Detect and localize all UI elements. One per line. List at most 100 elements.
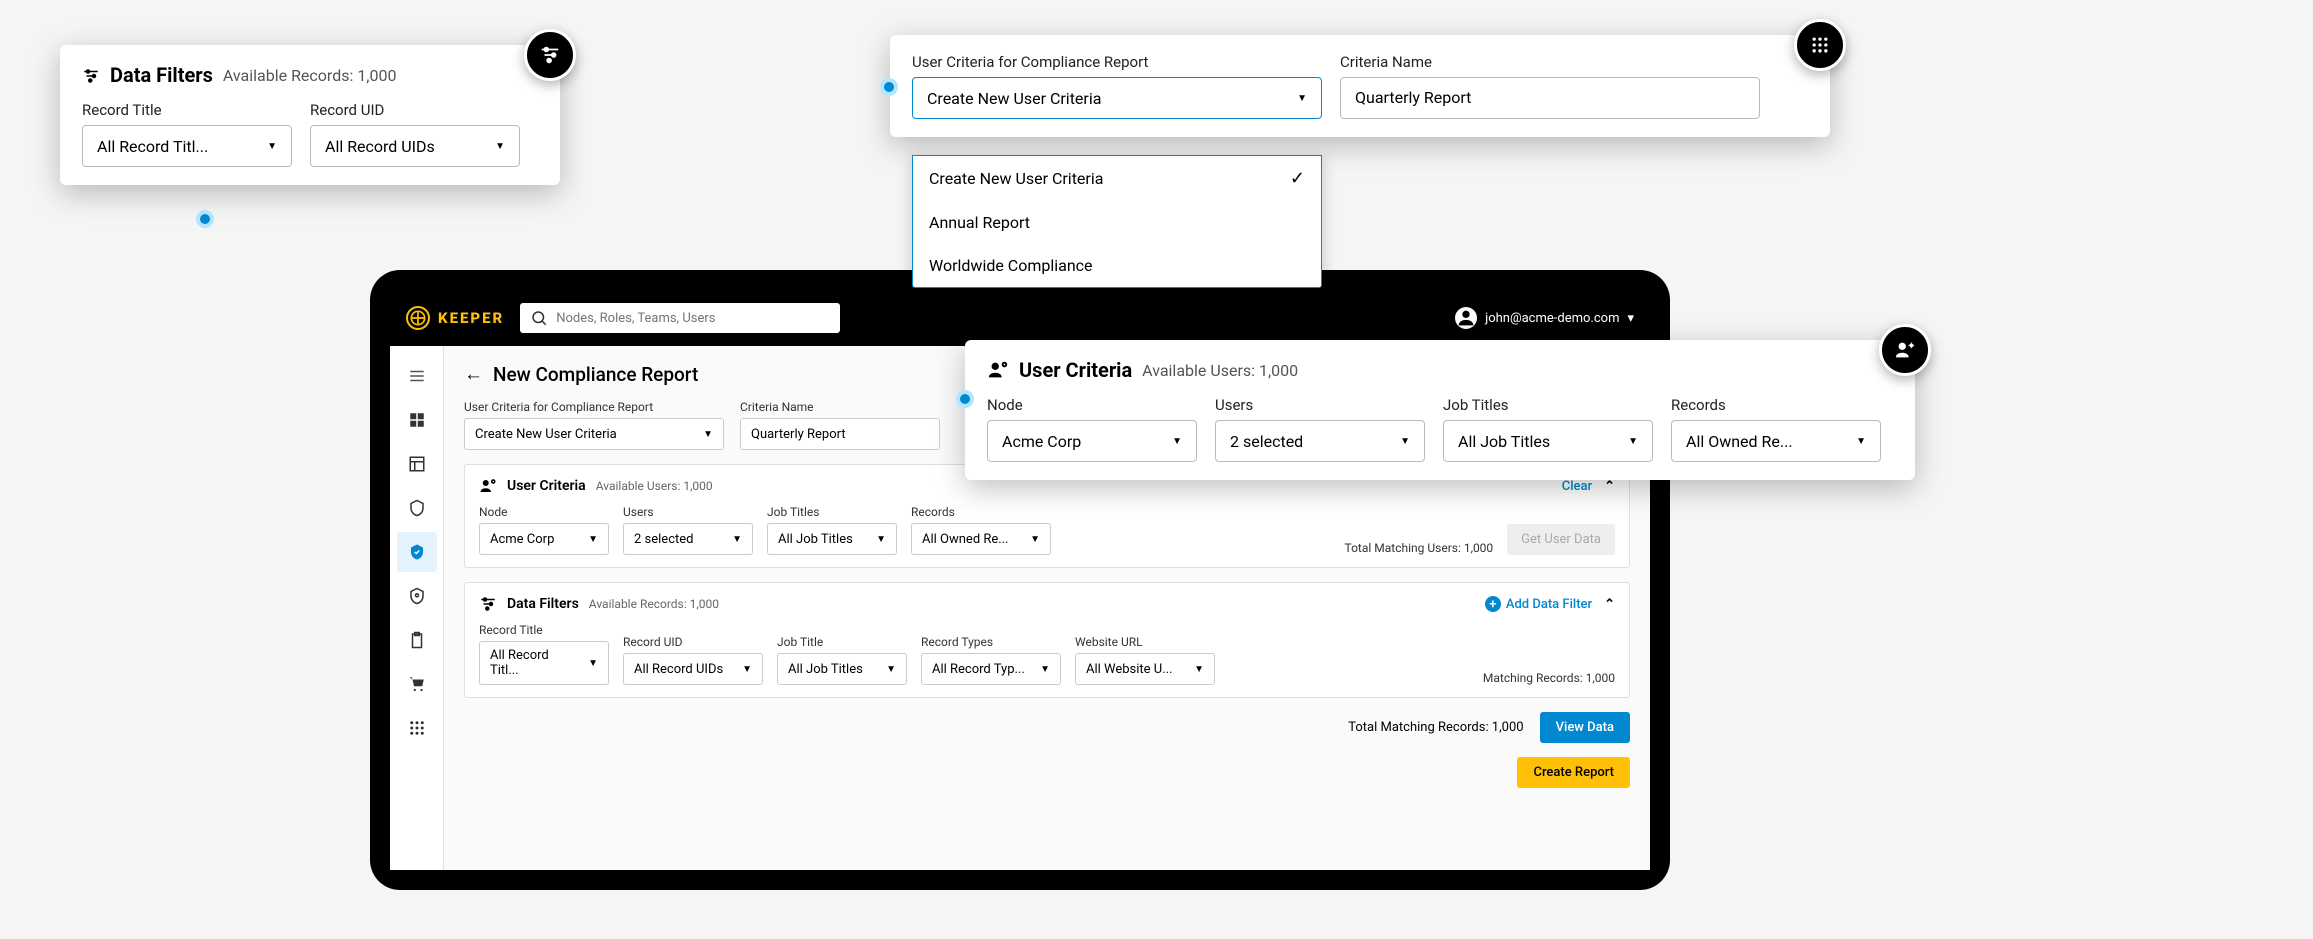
users-select[interactable]: 2 selected▼: [623, 523, 753, 555]
clear-link[interactable]: Clear: [1562, 479, 1592, 494]
records-select[interactable]: All Owned Re...▼: [911, 523, 1051, 555]
callout-user-available: Available Users: 1,000: [1142, 361, 1298, 380]
records-label: Records: [911, 505, 1051, 519]
callout-filter-heading: Data Filters: [110, 63, 213, 87]
callout-job-select[interactable]: All Job Titles▼: [1443, 420, 1653, 462]
rail-layout[interactable]: [397, 444, 437, 484]
user-avatar-icon: [1455, 307, 1477, 329]
criteria-name-input[interactable]: Quarterly Report: [740, 418, 940, 450]
rail-compliance[interactable]: [397, 532, 437, 572]
website-url-label: Website URL: [1075, 635, 1215, 649]
total-row: Total Matching Records: 1,000 View Data: [464, 712, 1630, 743]
callout-criteria-select[interactable]: Create New User Criteria▼: [912, 77, 1322, 119]
callout-node-label: Node: [987, 396, 1197, 414]
record-uid-select[interactable]: All Record UIDs▼: [623, 653, 763, 685]
callout-badge-user-icon: [1879, 324, 1931, 376]
caret-down-icon: ▼: [1030, 534, 1040, 545]
search-input[interactable]: [556, 311, 830, 326]
search-icon: [530, 309, 548, 327]
back-arrow-icon[interactable]: ←: [464, 362, 483, 386]
website-url-select[interactable]: All Website U...▼: [1075, 653, 1215, 685]
record-title-label: Record Title: [479, 623, 609, 637]
connection-dot: [196, 210, 214, 228]
get-user-data-button[interactable]: Get User Data: [1507, 524, 1615, 555]
callout-node-select[interactable]: Acme Corp▼: [987, 420, 1197, 462]
connection-dot: [956, 390, 974, 408]
callout-filter-available: Available Records: 1,000: [223, 66, 397, 85]
caret-down-icon: ▼: [1400, 436, 1410, 447]
caret-down-icon: ▼: [1628, 436, 1638, 447]
record-title-select[interactable]: All Record Titl...▼: [479, 641, 609, 685]
callout-data-filters: Data Filters Available Records: 1,000 Re…: [60, 45, 560, 185]
callout-users-label: Users: [1215, 396, 1425, 414]
dropdown-option[interactable]: Create New User Criteria✓: [913, 156, 1321, 201]
callout-records-label: Records: [1671, 396, 1881, 414]
user-menu[interactable]: john@acme-demo.com ▾: [1455, 307, 1634, 329]
caret-down-icon: ▼: [1172, 436, 1182, 447]
create-report-button[interactable]: Create Report: [1517, 757, 1630, 788]
chevron-up-icon[interactable]: ⌃: [1604, 597, 1615, 612]
view-data-button[interactable]: View Data: [1540, 712, 1630, 743]
caret-down-icon: ▼: [703, 429, 713, 440]
callout-record-title-select[interactable]: All Record Titl...▼: [82, 125, 292, 167]
connection-dot: [880, 78, 898, 96]
chevron-down-icon: ▾: [1627, 311, 1634, 326]
caret-down-icon: ▼: [742, 664, 752, 675]
job-title-select[interactable]: All Job Titles▼: [777, 653, 907, 685]
rail-dashboard[interactable]: [397, 400, 437, 440]
caret-down-icon: ▼: [732, 534, 742, 545]
criteria-select[interactable]: Create New User Criteria▼: [464, 418, 724, 450]
caret-down-icon: ▼: [588, 658, 598, 669]
callout-users-select[interactable]: 2 selected▼: [1215, 420, 1425, 462]
dropdown-option[interactable]: Annual Report: [913, 201, 1321, 244]
users-label: Users: [623, 505, 753, 519]
callout-badge-filters-icon: [524, 29, 576, 81]
filters-icon: [82, 66, 100, 84]
rail-apps[interactable]: [397, 708, 437, 748]
rail-clipboard[interactable]: [397, 620, 437, 660]
filters-icon: [479, 595, 497, 613]
callout-record-uid-label: Record UID: [310, 101, 520, 119]
caret-down-icon: ▼: [886, 664, 896, 675]
user-criteria-available: Available Users: 1,000: [596, 479, 713, 493]
node-select[interactable]: Acme Corp▼: [479, 523, 609, 555]
chevron-up-icon[interactable]: ⌃: [1604, 479, 1615, 494]
caret-down-icon: ▼: [1040, 664, 1050, 675]
global-search[interactable]: [520, 303, 840, 333]
app-header: KEEPER john@acme-demo.com ▾: [390, 290, 1650, 346]
brand-mark-icon: [406, 306, 430, 330]
rail-security[interactable]: [397, 488, 437, 528]
caret-down-icon: ▼: [1194, 664, 1204, 675]
callout-criteria-name-input[interactable]: Quarterly Report: [1340, 77, 1760, 119]
dropdown-option[interactable]: Worldwide Compliance: [913, 244, 1321, 287]
caret-down-icon: ▼: [267, 141, 277, 152]
sidebar-rail: [390, 346, 444, 870]
callout-user-criteria: User Criteria Available Users: 1,000 Nod…: [965, 340, 1915, 480]
brand-logo: KEEPER: [406, 306, 504, 330]
caret-down-icon: ▼: [876, 534, 886, 545]
matching-users: Total Matching Users: 1,000: [1345, 541, 1494, 555]
callout-record-title-label: Record Title: [82, 101, 292, 119]
record-types-label: Record Types: [921, 635, 1061, 649]
job-titles-select[interactable]: All Job Titles▼: [767, 523, 897, 555]
rail-cart[interactable]: [397, 664, 437, 704]
caret-down-icon: ▼: [1856, 436, 1866, 447]
record-types-select[interactable]: All Record Typ...▼: [921, 653, 1061, 685]
criteria-name-label: Criteria Name: [740, 400, 940, 414]
user-settings-icon: [987, 359, 1009, 381]
caret-down-icon: ▼: [588, 534, 598, 545]
brand-text: KEEPER: [438, 309, 504, 327]
callout-criteria-dropdown: User Criteria for Compliance Report Crea…: [890, 35, 1830, 137]
rail-admin[interactable]: [397, 576, 437, 616]
data-filters-heading: Data Filters: [507, 596, 579, 612]
check-icon: ✓: [1290, 168, 1305, 189]
user-settings-icon: [479, 477, 497, 495]
add-data-filter-link[interactable]: + Add Data Filter: [1485, 596, 1592, 612]
callout-criteria-label: User Criteria for Compliance Report: [912, 53, 1322, 71]
plus-circle-icon: +: [1485, 596, 1501, 612]
callout-records-select[interactable]: All Owned Re...▼: [1671, 420, 1881, 462]
callout-record-uid-select[interactable]: All Record UIDs▼: [310, 125, 520, 167]
callout-job-label: Job Titles: [1443, 396, 1653, 414]
user-email: john@acme-demo.com: [1485, 311, 1619, 326]
rail-menu-toggle[interactable]: [397, 356, 437, 396]
